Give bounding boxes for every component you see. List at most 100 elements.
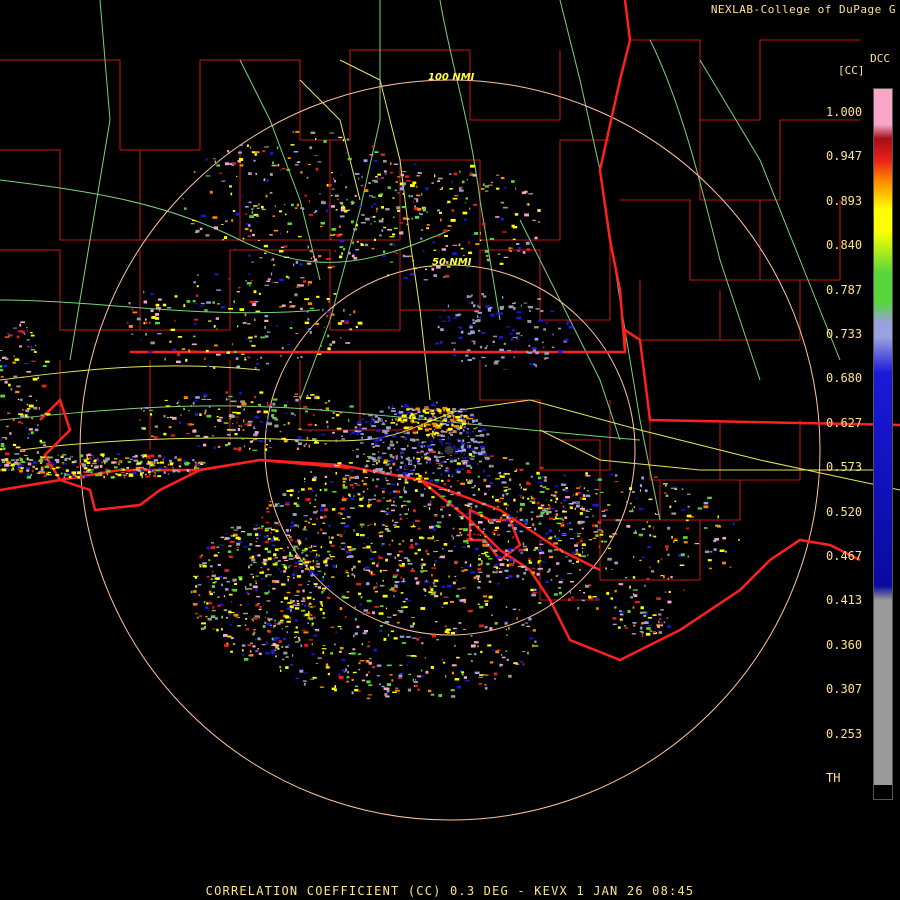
echo-pixel — [287, 157, 291, 159]
echo-pixel — [700, 506, 703, 508]
echo-pixel — [438, 489, 444, 490]
echo-pixel — [396, 206, 401, 210]
echo-pixel — [80, 454, 84, 458]
echo-pixel — [293, 545, 298, 548]
echo-pixel — [632, 606, 635, 609]
echo-pixel — [213, 226, 218, 230]
echo-pixel — [478, 563, 480, 566]
echo-pixel — [195, 229, 200, 233]
echo-pixel — [221, 180, 226, 182]
echo-pixel — [534, 546, 539, 549]
echo-pixel — [588, 539, 592, 541]
echo-pixel — [526, 248, 530, 251]
echo-pixel — [351, 691, 354, 695]
echo-pixel — [0, 444, 5, 448]
echo-pixel — [324, 475, 328, 478]
echo-pixel — [330, 194, 333, 197]
echo-pixel — [309, 518, 312, 521]
echo-pixel — [368, 413, 373, 417]
echo-pixel — [18, 421, 22, 424]
echo-pixel — [133, 468, 136, 471]
echo-pixel — [399, 496, 403, 499]
echo-pixel — [509, 563, 514, 566]
echo-pixel — [339, 233, 343, 236]
echo-pixel — [579, 512, 583, 515]
echo-pixel — [472, 512, 476, 515]
echo-pixel — [194, 464, 197, 467]
echo-pixel — [265, 521, 270, 524]
echo-pixel — [600, 491, 604, 493]
echo-pixel — [21, 376, 25, 378]
echo-pixel — [17, 398, 20, 401]
echo-pixel — [264, 547, 268, 551]
echo-pixel — [154, 471, 156, 475]
echo-pixel — [463, 628, 466, 630]
echo-pixel — [345, 572, 349, 574]
echo-pixel — [274, 521, 279, 525]
echo-pixel — [664, 591, 667, 593]
echo-pixel — [190, 423, 195, 426]
echo-pixel — [581, 527, 584, 530]
echo-pixel — [492, 531, 495, 533]
echo-pixel — [532, 644, 535, 648]
echo-pixel — [177, 458, 182, 462]
echo-pixel — [222, 239, 224, 241]
echo-pixel — [13, 355, 15, 357]
echo-pixel — [398, 411, 404, 414]
echo-pixel — [397, 209, 401, 212]
echo-pixel — [412, 678, 415, 682]
echo-pixel — [484, 626, 488, 629]
echo-pixel — [236, 412, 241, 415]
echo-pixel — [217, 445, 221, 448]
echo-pixel — [384, 434, 389, 436]
echo-pixel — [524, 213, 529, 217]
echo-pixel — [349, 507, 355, 509]
echo-pixel — [256, 362, 259, 365]
echo-pixel — [20, 321, 25, 323]
echo-pixel — [575, 549, 578, 552]
echo-pixel — [545, 488, 550, 490]
echo-pixel — [26, 469, 30, 472]
echo-pixel — [281, 437, 287, 440]
echo-pixel — [274, 424, 279, 428]
echo-pixel — [493, 672, 498, 676]
echo-pixel — [646, 577, 650, 580]
echo-pixel — [261, 205, 264, 209]
echo-pixel — [258, 440, 264, 443]
echo-pixel — [86, 465, 89, 467]
echo-pixel — [463, 676, 467, 679]
echo-pixel — [52, 468, 56, 470]
echo-pixel — [558, 587, 562, 589]
echo-pixel — [435, 620, 438, 623]
echo-pixel — [504, 342, 506, 345]
echo-pixel — [274, 205, 277, 207]
echo-pixel — [586, 490, 589, 492]
echo-pixel — [460, 330, 464, 334]
echo-pixel — [216, 415, 219, 418]
echo-pixel — [365, 673, 368, 677]
echo-pixel — [0, 359, 1, 361]
radar-site-marker — [443, 444, 455, 456]
echo-pixel — [370, 223, 372, 225]
echo-pixel — [469, 529, 472, 532]
echo-pixel — [562, 505, 565, 508]
echo-pixel — [467, 533, 470, 536]
echo-pixel — [255, 524, 259, 527]
echo-pixel — [526, 203, 528, 206]
echo-pixel — [378, 417, 381, 420]
echo-pixel — [498, 253, 501, 255]
echo-pixel — [390, 504, 395, 506]
echo-pixel — [194, 461, 197, 464]
echo-pixel — [440, 555, 445, 559]
echo-pixel — [298, 396, 301, 398]
echo-pixel — [401, 206, 407, 209]
echo-pixel — [228, 395, 233, 398]
echo-pixel — [453, 627, 457, 630]
echo-pixel — [339, 337, 342, 339]
echo-pixel — [503, 502, 507, 506]
echo-pixel — [274, 548, 279, 551]
echo-pixel — [640, 606, 644, 610]
echo-pixel — [408, 673, 412, 676]
echo-pixel — [38, 471, 43, 473]
echo-pixel — [524, 565, 527, 568]
